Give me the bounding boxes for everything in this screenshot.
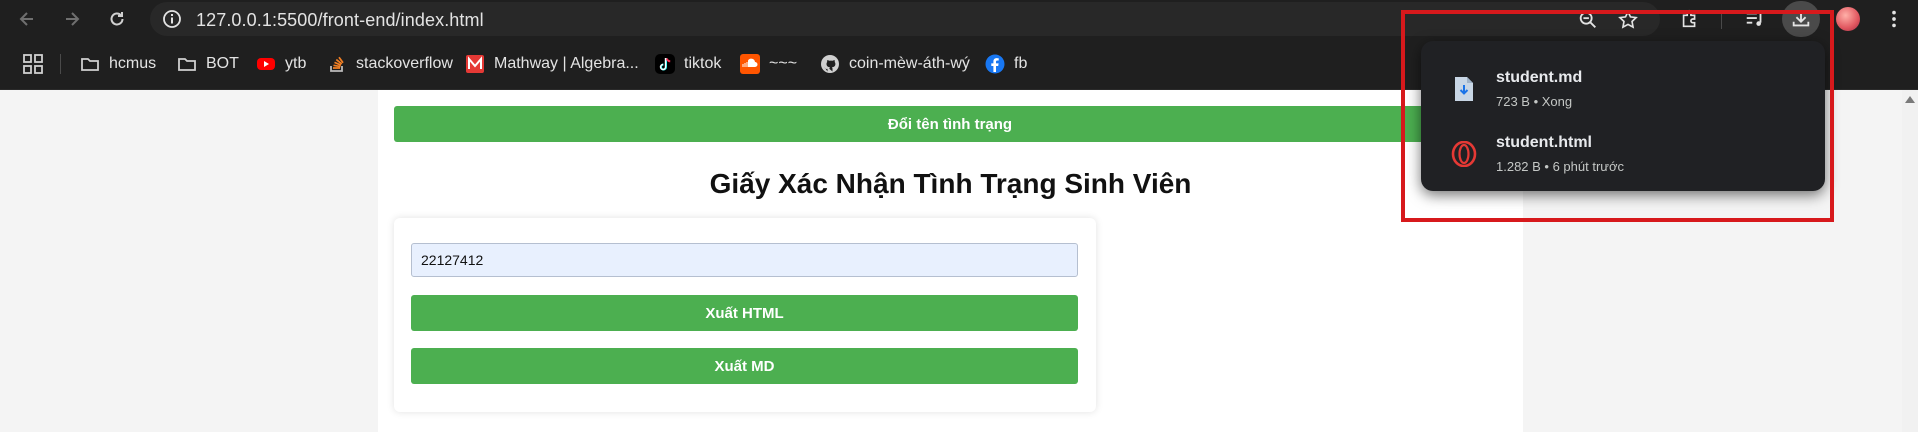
export-html-button[interactable]: Xuất HTML [411,295,1078,331]
bookmark-label: ~~~ [769,55,798,72]
site-info-icon[interactable] [162,9,182,29]
bookmark-label: stackoverflow [356,55,453,72]
downloads-button[interactable] [1782,1,1820,37]
facebook-icon [985,54,1005,74]
youtube-icon [256,54,276,74]
bookmark-fb[interactable]: fb [985,51,1027,77]
arrow-right-icon [66,12,80,26]
address-bar[interactable]: 127.0.0.1:5500/front-end/index.html [150,2,1660,36]
reload-icon [110,12,124,26]
export-md-button[interactable]: Xuất MD [411,348,1078,384]
forward-button[interactable] [57,5,87,33]
stackoverflow-icon [327,54,347,74]
download-file-name: student.md [1496,69,1583,86]
markdown-file-icon [1451,75,1477,103]
bookmark-label: Mathway | Algebra... [494,55,639,72]
folder-icon [177,54,197,74]
bookmark-label: hcmus [109,55,157,72]
bookmark-star-icon[interactable] [1616,8,1640,32]
tiktok-icon [655,54,675,74]
bookmark-label: fb [1014,55,1028,72]
bookmark-label: tiktok [684,55,722,72]
downloads-popup: student.md 723 B • Xong student.html 1.2… [1421,41,1825,191]
media-control-icon[interactable] [1741,6,1769,32]
download-file-name: student.html [1496,134,1592,151]
bookmark-stackoverflow[interactable]: stackoverflow [327,51,453,77]
download-icon [1792,11,1810,27]
url-text[interactable]: 127.0.0.1:5500/front-end/index.html [196,10,484,31]
reload-button[interactable] [102,5,132,33]
scroll-up-arrow-icon[interactable] [1905,96,1915,103]
bookmark-label: ytb [285,55,307,72]
zoom-icon[interactable] [1576,8,1600,32]
browser-toolbar: 127.0.0.1:5500/front-end/index.html [0,0,1918,38]
bookmark-label: coin-mèw-áth-wý [849,55,970,72]
soundcloud-icon [740,54,760,74]
mathway-icon [465,54,485,74]
profile-avatar[interactable] [1836,7,1860,31]
download-item[interactable]: student.html 1.282 B • 6 phút trước [1421,126,1825,184]
opera-html-file-icon [1451,140,1477,168]
bookmark-tiktok[interactable]: tiktok [655,51,721,77]
back-button[interactable] [12,5,42,33]
bookmark-hcmus[interactable]: hcmus [80,51,156,77]
more-menu-icon[interactable] [1880,6,1908,32]
bookmark-mathway[interactable]: Mathway | Algebra... [465,51,639,77]
bookmarks-divider [60,54,61,74]
extensions-icon[interactable] [1676,6,1704,32]
folder-icon [80,54,100,74]
apps-grid-icon[interactable] [22,53,44,75]
download-file-meta: 1.282 B • 6 phút trước [1496,159,1625,174]
page-title: Giấy Xác Nhận Tình Trạng Sinh Viên [709,168,1192,199]
bookmark-soundcloud[interactable]: ~~~ [740,51,797,77]
bookmark-github[interactable]: coin-mèw-áth-wý [820,51,970,77]
download-file-meta: 723 B • Xong [1496,94,1573,109]
rename-status-button[interactable]: Đổi tên tình trạng [394,106,1506,142]
bookmark-ytb[interactable]: ytb [256,51,306,77]
toolbar-divider [1721,11,1722,29]
page-scrollbar[interactable] [1902,90,1918,432]
export-card: Xuất HTML Xuất MD [394,218,1096,412]
download-item[interactable]: student.md 723 B • Xong [1421,61,1825,119]
student-id-input[interactable] [411,243,1078,277]
bookmark-bot[interactable]: BOT [177,51,239,77]
main-container: Đổi tên tình trạng Giấy Xác Nhận Tình Tr… [378,90,1523,432]
arrow-left-icon [19,12,33,26]
github-icon [820,54,840,74]
bookmark-label: BOT [206,55,239,72]
